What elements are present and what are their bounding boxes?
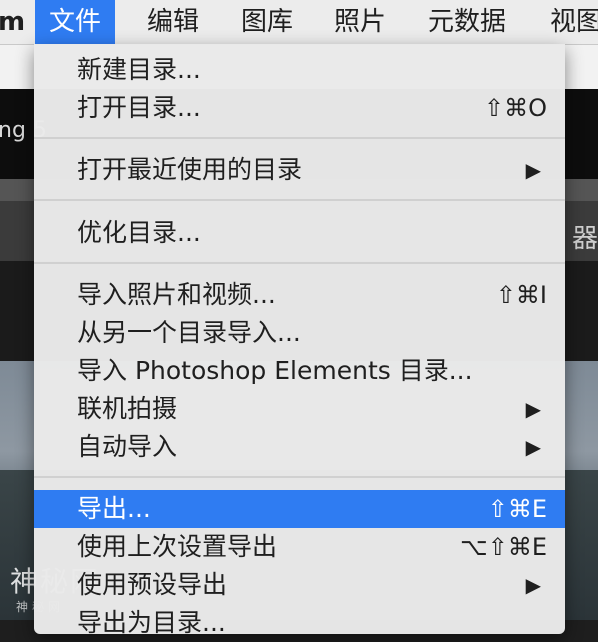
menu-photo[interactable]: 照片 — [334, 0, 386, 44]
menu-item-label: 导入照片和视频... — [77, 280, 276, 309]
shortcut-label: ⇧⌘E — [487, 495, 547, 523]
menu-item-export-with-preset[interactable]: 使用预设导出 ▶ — [34, 566, 565, 604]
menu-item-label: 从另一个目录导入... — [77, 318, 301, 347]
menu-item-import-from-catalog[interactable]: 从另一个目录导入... — [34, 314, 565, 352]
menu-separator — [34, 199, 565, 201]
menu-metadata[interactable]: 元数据 — [428, 0, 506, 44]
menu-item-open-catalog[interactable]: 打开目录... ⇧⌘O — [34, 89, 565, 127]
menu-item-export-previous[interactable]: 使用上次设置导出 ⌥⇧⌘E — [34, 528, 565, 566]
menu-view[interactable]: 视图 — [550, 0, 598, 44]
menu-item-export-as-catalog[interactable]: 导出为目录... — [34, 604, 565, 642]
menu-item-label: 导出为目录... — [77, 608, 226, 637]
menu-item-label: 新建目录... — [77, 55, 201, 84]
menu-item-optimize-catalog[interactable]: 优化目录... — [34, 214, 565, 252]
menu-item-import-pse-catalog[interactable]: 导入 Photoshop Elements 目录... — [34, 352, 565, 390]
menu-item-export[interactable]: 导出... ⇧⌘E — [34, 490, 565, 528]
submenu-arrow-icon: ▶ — [525, 573, 541, 597]
submenu-arrow-icon: ▶ — [525, 397, 541, 421]
shortcut-label: ⌥⇧⌘E — [460, 533, 547, 561]
app-menu-partial[interactable]: m — [0, 0, 25, 44]
menu-item-import-photos[interactable]: 导入照片和视频... ⇧⌘I — [34, 276, 565, 314]
menu-separator — [34, 262, 565, 264]
menu-item-label: 打开目录... — [77, 93, 201, 122]
submenu-arrow-icon: ▶ — [525, 158, 541, 182]
shortcut-label: ⇧⌘I — [495, 281, 547, 309]
menu-separator — [34, 476, 565, 478]
menu-item-label: 使用上次设置导出 — [77, 532, 278, 561]
menu-file[interactable]: 文件 — [35, 0, 116, 44]
menu-item-label: 优化目录... — [77, 218, 201, 247]
background-partial-label: 器 — [571, 224, 598, 254]
submenu-arrow-icon: ▶ — [525, 435, 541, 459]
menu-item-open-recent[interactable]: 打开最近使用的目录 ▶ — [34, 151, 565, 189]
menu-item-label: 导出... — [77, 494, 151, 523]
menu-item-auto-import[interactable]: 自动导入 ▶ — [34, 428, 565, 466]
menu-item-tethered-capture[interactable]: 联机拍摄 ▶ — [34, 390, 565, 428]
menu-bar: m 文件 编辑 图库 照片 元数据 视图 — [0, 0, 598, 45]
menu-item-label: 使用预设导出 — [77, 570, 228, 599]
menu-separator — [34, 137, 565, 139]
menu-item-label: 联机拍摄 — [77, 394, 178, 423]
file-menu-dropdown: 新建目录... 打开目录... ⇧⌘O 打开最近使用的目录 ▶ 优化目录... … — [34, 44, 565, 637]
shortcut-label: ⇧⌘O — [484, 94, 547, 122]
menu-item-label: 自动导入 — [77, 432, 178, 461]
menu-item-new-catalog[interactable]: 新建目录... — [34, 51, 565, 89]
menu-edit[interactable]: 编辑 — [147, 0, 199, 44]
menu-library[interactable]: 图库 — [241, 0, 293, 44]
menu-item-label: 导入 Photoshop Elements 目录... — [77, 356, 473, 385]
menu-item-label: 打开最近使用的目录 — [77, 155, 303, 184]
